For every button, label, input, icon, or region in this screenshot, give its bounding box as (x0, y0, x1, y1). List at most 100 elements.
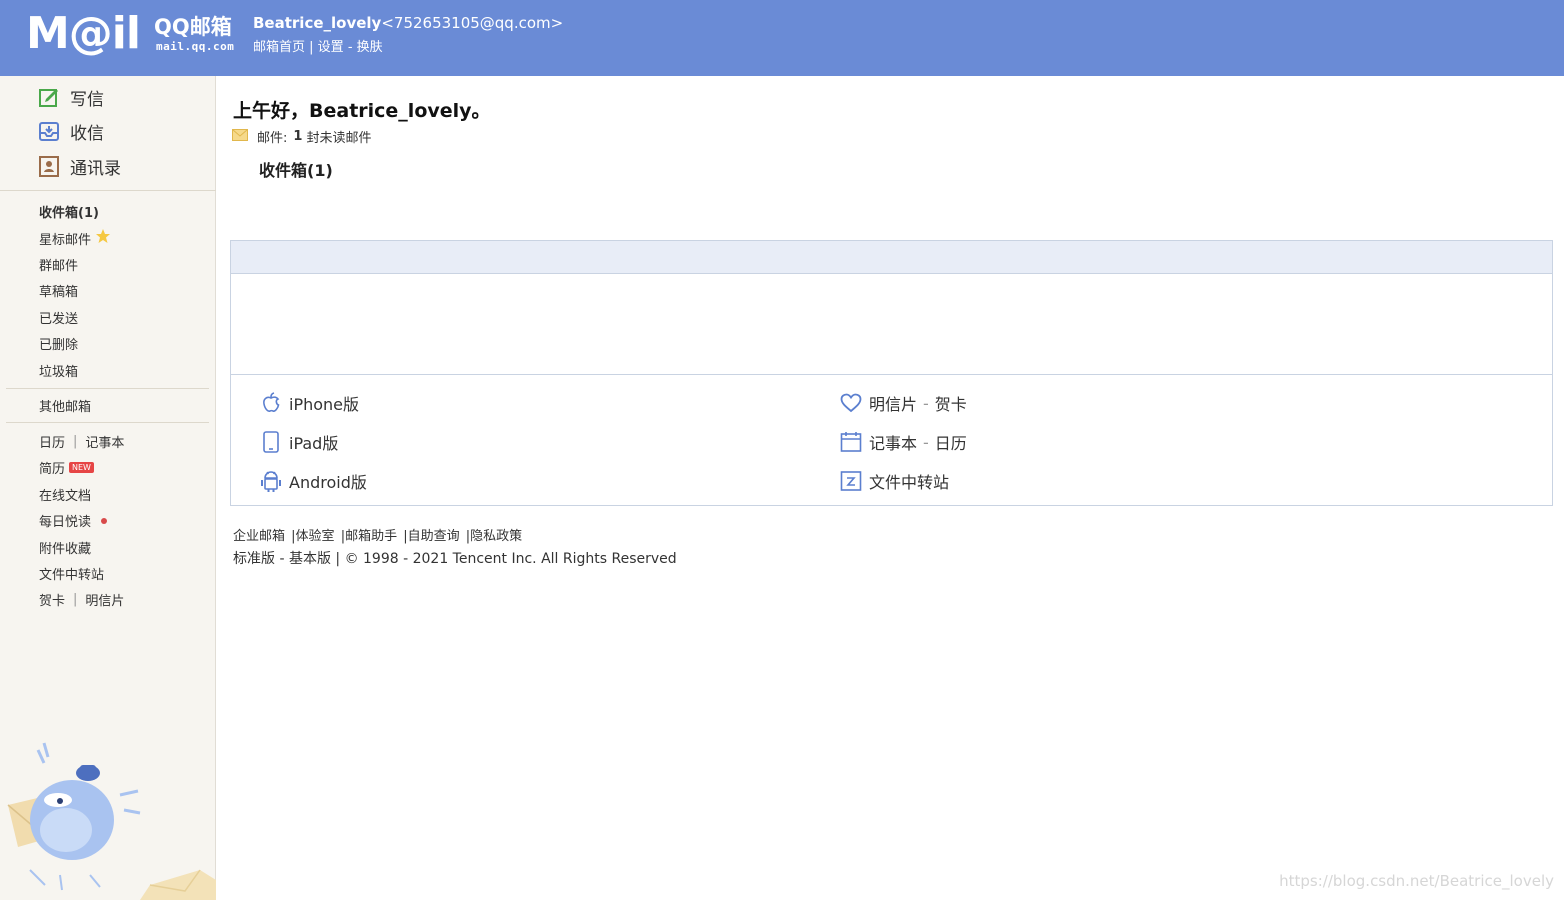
standard-version-link[interactable]: 标准版 (233, 551, 275, 567)
inbox-link[interactable]: 收件箱(1) (259, 157, 333, 181)
sidebar-item-label: 草稿箱 (39, 285, 79, 300)
calendar-icon (840, 430, 862, 454)
contacts-label: 通讯录 (70, 158, 121, 179)
file-transfer-icon (840, 469, 862, 493)
sidebar-item-label: 附件收藏 (39, 542, 92, 557)
app-label: iPhone版 (289, 395, 360, 414)
sidebar-item-notes[interactable]: 记事本 (85, 432, 124, 451)
sidebar-item-deleted[interactable]: 已删除 (39, 334, 78, 353)
heart-icon (840, 391, 862, 415)
sidebar-item-label: 在线文档 (39, 489, 92, 504)
sidebar-item-label: 简历 (39, 462, 66, 477)
sidebar-item-other-mailbox[interactable]: 其他邮箱 (39, 396, 91, 415)
greeting-heading: 上午好，Beatrice_lovely。 (233, 100, 491, 122)
receive-button[interactable]: 收信 (38, 117, 104, 145)
compose-button[interactable]: 写信 (38, 83, 104, 111)
user-email: <752653105@qq.com> (381, 14, 564, 32)
contacts-button[interactable]: 通讯录 (38, 152, 121, 180)
sidebar-item-calendar[interactable]: 日历 (39, 432, 65, 451)
user-identity: Beatrice_lovely<752653105@qq.com> (253, 14, 563, 32)
new-badge: NEW (69, 462, 94, 473)
qqmail-logo[interactable]: M@il QQ邮箱 mail.qq.com (26, 10, 241, 62)
sidebar-item-sent[interactable]: 已发送 (39, 308, 78, 327)
basic-version-link[interactable]: 基本版 (289, 551, 331, 567)
star-icon (95, 228, 111, 248)
mailbox-home-link[interactable]: 邮箱首页 (253, 40, 305, 55)
app-label: iPad版 (289, 434, 339, 453)
sidebar: 写信 收信 通讯录 收件箱(1) 星标邮件 群邮件 草稿箱 已发送 已删除 垃圾… (0, 76, 216, 900)
sidebar-item-cards[interactable]: 贺卡 (39, 590, 65, 609)
sidebar-item-docs[interactable]: 在线文档 (39, 485, 91, 504)
unread-dot (101, 517, 108, 524)
notebook-link[interactable]: 记事本 (869, 430, 917, 454)
top-header: M@il QQ邮箱 mail.qq.com Beatrice_lovely<75… (0, 0, 1564, 76)
separator: | (73, 434, 78, 449)
sidebar-item-group[interactable]: 群邮件 (39, 255, 78, 274)
sidebar-item-resume[interactable]: 简历 NEW (39, 458, 94, 477)
app-iphone[interactable]: iPhone版 (260, 391, 359, 415)
inbox-tray-icon (38, 120, 60, 142)
mail-summary: 邮件: 1 封未读邮件 (232, 127, 371, 146)
user-name: Beatrice_lovely (253, 14, 382, 32)
sidebar-item-attachments[interactable]: 附件收藏 (39, 538, 91, 557)
separator: | (73, 592, 78, 607)
privacy-policy-link[interactable]: |隐私政策 (466, 529, 522, 544)
top-links: 邮箱首页 | 设置 - 换肤 (253, 36, 383, 55)
sidebar-divider (0, 190, 216, 191)
panel-header-bar (231, 241, 1552, 274)
app-label: Android版 (289, 473, 367, 492)
calendar-link[interactable]: 日历 (935, 430, 967, 454)
separator: - (923, 432, 929, 452)
sidebar-item-drafts[interactable]: 草稿箱 (39, 281, 78, 300)
sidebar-item-label: 已删除 (39, 338, 79, 353)
self-query-link[interactable]: |自助查询 (403, 529, 459, 544)
sidebar-item-spam[interactable]: 垃圾箱 (39, 361, 78, 380)
postcard-link[interactable]: 明信片 (869, 391, 917, 415)
contacts-icon (38, 155, 60, 177)
apps-panel: iPhone版 iPad版 Android版 明信片 - 贺卡 记事本 - 日历… (230, 240, 1553, 506)
sidebar-item-daily-reading[interactable]: 每日悦读 (39, 511, 108, 530)
watermark: https://blog.csdn.net/Beatrice_lovely (1279, 872, 1554, 890)
tablet-icon (260, 430, 282, 454)
footer-copyright: 标准版 - 基本版 | © 1998 - 2021 Tencent Inc. A… (233, 548, 677, 568)
change-skin-link[interactable]: 换肤 (357, 40, 383, 55)
app-file-transfer[interactable]: 文件中转站 (840, 469, 949, 493)
sidebar-item-label: 收件箱(1) (39, 206, 99, 221)
enterprise-mail-link[interactable]: 企业邮箱 (233, 529, 285, 544)
sidebar-item-label: 垃圾箱 (39, 365, 79, 380)
separator: - (275, 551, 289, 567)
mail-label: 邮件: (257, 131, 288, 146)
logo-brand-text: QQ邮箱 (154, 15, 232, 39)
sidebar-item-label: 每日悦读 (39, 515, 92, 530)
envelope-icon (232, 128, 248, 145)
sidebar-item-inbox[interactable]: 收件箱(1) (39, 202, 99, 221)
sidebar-divider (6, 388, 209, 389)
footer-links: 企业邮箱 |体验室 |邮箱助手 |自助查询 |隐私政策 (233, 525, 524, 544)
settings-link[interactable]: 设置 (318, 40, 344, 55)
copyright-text: | © 1998 - 2021 Tencent Inc. All Rights … (330, 551, 677, 567)
sidebar-divider (6, 422, 209, 423)
sidebar-item-label: 群邮件 (39, 259, 79, 274)
logo-domain-text: mail.qq.com (156, 40, 235, 53)
compose-label: 写信 (70, 89, 104, 110)
mascot-illustration (7, 742, 216, 900)
sidebar-item-starred[interactable]: 星标邮件 (39, 228, 111, 248)
app-postcard-greetingcard: 明信片 - 贺卡 (840, 391, 967, 415)
lab-link[interactable]: |体验室 (291, 529, 334, 544)
separator: - (923, 393, 929, 413)
sidebar-item-file-transfer[interactable]: 文件中转站 (39, 564, 104, 583)
mail-helper-link[interactable]: |邮箱助手 (341, 529, 397, 544)
app-ipad[interactable]: iPad版 (260, 430, 338, 454)
panel-divider (231, 374, 1552, 375)
logo-mail-text: M@il (26, 8, 141, 59)
app-android[interactable]: Android版 (260, 469, 367, 493)
unread-count[interactable]: 1 (293, 129, 302, 144)
receive-label: 收信 (70, 123, 104, 144)
sidebar-item-postcards[interactable]: 明信片 (85, 590, 124, 609)
android-icon (260, 469, 282, 493)
sidebar-item-label: 文件中转站 (39, 568, 105, 583)
apple-icon (260, 391, 282, 415)
greeting-card-link[interactable]: 贺卡 (935, 391, 967, 415)
unread-text[interactable]: 封未读邮件 (306, 127, 371, 146)
sidebar-item-label: 星标邮件 (39, 232, 92, 248)
